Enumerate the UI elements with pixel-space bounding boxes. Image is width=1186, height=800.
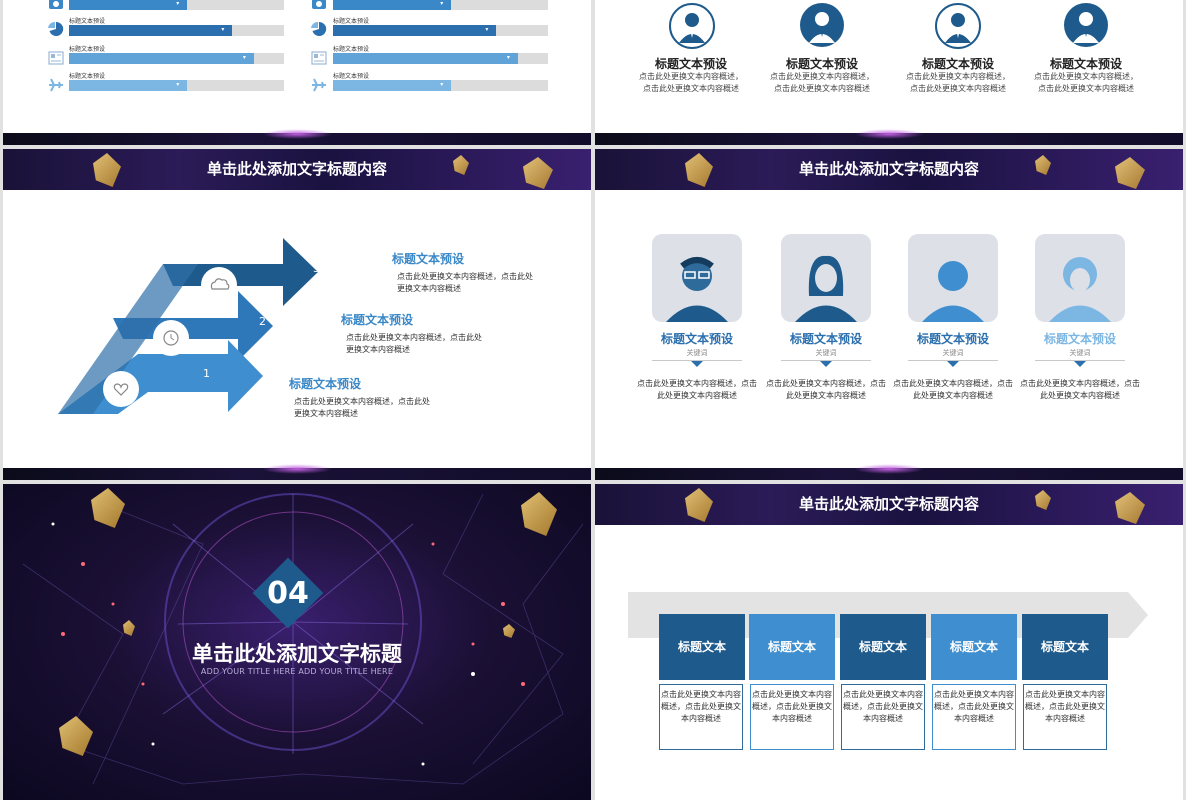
progress-fill: ▾: [69, 80, 188, 91]
progress-label: 标题文本预设: [69, 46, 106, 53]
step-description: 点击此处更换文本内容概述，点击此处更换文本内容概述: [294, 397, 430, 418]
chevron-down-icon: [1074, 361, 1086, 367]
member-description: 点击此处更换文本内容概述，点击此处更换文本内容概述: [766, 379, 886, 400]
progress-label: 标题文本预设: [69, 73, 106, 80]
process-step-header: 标题文本: [659, 614, 745, 680]
slide-step-arrows[interactable]: 单击此处添加文字标题内容 3 2 1 标题文本预设 点击此处更换文本内容概述，点…: [3, 149, 591, 480]
slide-footer-band: [3, 464, 591, 480]
male-avatar-glasses-icon: [652, 234, 742, 322]
male-avatar-icon: [935, 3, 981, 49]
slide-footer-band: [595, 464, 1183, 480]
progress-label: 标题文本预设: [333, 46, 370, 53]
male-avatar-icon: [800, 3, 844, 47]
process-step-header: 标题文本: [931, 614, 1017, 680]
female-avatar-icon: [781, 234, 871, 322]
member-title: 标题文本预设: [660, 332, 733, 346]
slide-team-icons[interactable]: 标题文本预设 点击此处更换文本内容概述，点击此处更换文本内容概述 标题文本预设 …: [595, 0, 1183, 145]
section-title: 单击此处添加文字标题: [192, 642, 402, 666]
item-description: 点击此处更换文本内容概述，点击此处更换文本内容概述: [906, 72, 1010, 93]
process-step-description: 点击此处更换文本内容概述，点击此处更换文本内容概述: [932, 684, 1016, 750]
chevron-down-icon: [820, 361, 832, 367]
slide-footer-band: [595, 129, 1183, 145]
slide-section-cover[interactable]: 04 单击此处添加文字标题 ADD YOUR TITLE HERE ADD YO…: [3, 484, 591, 800]
process-step-header: 标题文本: [840, 614, 926, 680]
progress-fill: ▾: [69, 53, 254, 64]
progress-fill: ▾: [333, 0, 452, 10]
camera-icon: [312, 0, 326, 9]
female-avatar-curly-icon: [1035, 234, 1125, 322]
step-number: 2: [259, 315, 266, 328]
progress-fill: ▾: [69, 0, 188, 10]
slide-team-members[interactable]: 单击此处添加文字标题内容 标题文本预设 关键词 点击此处更换文本内容概述，点击此…: [595, 149, 1183, 480]
slide-process-boxes[interactable]: 单击此处添加文字标题内容 标题文本 标题文本 标题文本 标题文本 标题文本 点击…: [595, 484, 1183, 800]
slide-header: 单击此处添加文字标题内容: [595, 149, 1183, 190]
item-description: 点击此处更换文本内容概述，点击此处更换文本内容概述: [770, 72, 874, 93]
progress-label: 标题文本预设: [333, 73, 370, 80]
pie-chart-icon: [48, 22, 64, 36]
section-number: 04: [267, 576, 309, 611]
member-description: 点击此处更换文本内容概述，点击此处更换文本内容概述: [893, 379, 1013, 400]
slide-title: 单击此处添加文字标题内容: [798, 160, 979, 178]
pie-chart-icon: [311, 22, 327, 36]
process-step-description: 点击此处更换文本内容概述，点击此处更换文本内容概述: [750, 684, 834, 750]
airplane-icon: [49, 78, 63, 92]
item-title: 标题文本预设: [921, 57, 994, 71]
item-title: 标题文本预设: [785, 57, 858, 71]
step-title: 标题文本预设: [392, 252, 465, 266]
item-title: 标题文本预设: [1049, 57, 1122, 71]
progress-fill: ▾: [69, 25, 233, 36]
heart-icon: [103, 371, 139, 407]
member-title: 标题文本预设: [789, 332, 862, 346]
process-step-description: 点击此处更换文本内容概述，点击此处更换文本内容概述: [659, 684, 743, 750]
item-description: 点击此处更换文本内容概述，点击此处更换文本内容概述: [639, 72, 743, 93]
step-description: 点击此处更换文本内容概述，点击此处更换文本内容概述: [346, 333, 482, 354]
step-description: 点击此处更换文本内容概述，点击此处更换文本内容概述: [397, 272, 533, 293]
male-avatar-icon: [908, 234, 998, 322]
member-title: 标题文本预设: [1043, 332, 1116, 346]
section-subtitle: ADD YOUR TITLE HERE ADD YOUR TITLE HERE: [200, 667, 394, 676]
slide-header: 单击此处添加文字标题内容: [3, 149, 591, 190]
process-step-description: 点击此处更换文本内容概述，点击此处更换文本内容概述: [841, 684, 925, 750]
member-keyword: 关键词: [652, 348, 742, 361]
step-title: 标题文本预设: [341, 313, 414, 327]
slide-footer-band: [3, 129, 591, 145]
process-step-header: 标题文本: [1022, 614, 1108, 680]
slide-progress-bars[interactable]: ▾ 标题文本预设 ▾ 标题文本预设 ▾ 标题文本预设 ▾ ▾ 标题文本预设 ▾ …: [3, 0, 591, 145]
slide-title: 单击此处添加文字标题内容: [206, 160, 387, 178]
male-avatar-icon: [1064, 3, 1108, 47]
newspaper-icon: [311, 51, 327, 65]
process-step-header: 标题文本: [749, 614, 835, 680]
item-description: 点击此处更换文本内容概述，点击此处更换文本内容概述: [1034, 72, 1138, 93]
process-step-description: 点击此处更换文本内容概述，点击此处更换文本内容概述: [1023, 684, 1107, 750]
newspaper-icon: [48, 51, 64, 65]
camera-icon: [49, 0, 63, 9]
chevron-down-icon: [947, 361, 959, 367]
male-avatar-icon: [669, 3, 715, 49]
member-description: 点击此处更换文本内容概述，点击此处更换文本内容概述: [637, 379, 757, 400]
step-title: 标题文本预设: [289, 377, 362, 391]
member-description: 点击此处更换文本内容概述，点击此处更换文本内容概述: [1020, 379, 1140, 400]
cloud-icon: [201, 267, 237, 303]
airplane-icon: [312, 78, 326, 92]
chevron-down-icon: [691, 361, 703, 367]
clock-icon: [153, 320, 189, 356]
item-title: 标题文本预设: [654, 57, 727, 71]
member-keyword: 关键词: [781, 348, 871, 361]
progress-fill: ▾: [333, 53, 518, 64]
step-number: 1: [203, 367, 210, 380]
progress-fill: ▾: [333, 80, 452, 91]
member-keyword: 关键词: [908, 348, 998, 361]
slide-title: 单击此处添加文字标题内容: [798, 495, 979, 513]
member-title: 标题文本预设: [916, 332, 989, 346]
member-keyword: 关键词: [1035, 348, 1125, 361]
progress-label: 标题文本预设: [69, 18, 106, 25]
progress-label: 标题文本预设: [333, 18, 370, 25]
progress-fill: ▾: [333, 25, 497, 36]
slide-header: 单击此处添加文字标题内容: [595, 484, 1183, 525]
step-number: 3: [313, 262, 320, 275]
